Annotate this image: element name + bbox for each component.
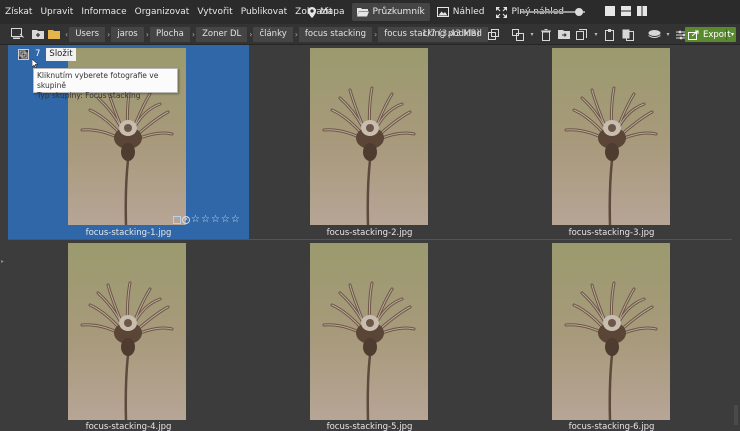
mouse-cursor-icon xyxy=(32,59,38,68)
group-badge: 7 Složit xyxy=(18,47,76,61)
export-button[interactable]: Export ▾ xyxy=(685,27,736,42)
group-type-button[interactable]: Složit xyxy=(46,47,76,61)
thumbnail-cell-4[interactable]: focus-stacking-4.jpg xyxy=(8,240,249,431)
layout-split-vertical-icon[interactable] xyxy=(636,5,648,17)
thumbnail-image[interactable] xyxy=(310,243,428,420)
mode-browser[interactable]: Průzkumník xyxy=(351,3,430,21)
menu-organizovat[interactable]: Organizovat xyxy=(135,7,194,17)
layout-single-icon[interactable] xyxy=(604,5,616,17)
scrollbar[interactable] xyxy=(734,405,738,425)
caret-down-icon[interactable]: ▾ xyxy=(665,28,671,42)
breadcrumb-jaros[interactable]: jaros xyxy=(111,27,144,42)
thumbnail-grid: focus-stacking-1.jpg focus-stacking-2.jp… xyxy=(8,45,732,431)
layers-icon[interactable] xyxy=(647,28,661,42)
slider-knob[interactable] xyxy=(574,8,583,16)
thumbnail-image[interactable] xyxy=(552,48,670,225)
layout-split-horizontal-icon[interactable] xyxy=(620,5,632,17)
selection-count: 1/7 (3.43 MB) xyxy=(422,29,480,39)
star-icon[interactable]: ☆ xyxy=(201,215,210,225)
mode-preview-label: Náhled xyxy=(452,7,485,17)
mode-browser-label: Průzkumník xyxy=(372,7,425,17)
group-count: 7 xyxy=(35,49,41,59)
copy-files-icon[interactable] xyxy=(621,28,635,42)
star-icon[interactable]: ☆ xyxy=(221,215,230,225)
thumbnail-caption: focus-stacking-6.jpg xyxy=(568,422,655,431)
star-icon[interactable]: ☆ xyxy=(211,215,220,225)
menu-publikovat[interactable]: Publikovat xyxy=(241,7,291,17)
breadcrumb-plocha[interactable]: Plocha xyxy=(149,27,190,42)
thumbnail-image[interactable] xyxy=(68,243,186,420)
copy-icon[interactable] xyxy=(487,28,501,42)
thumbnail-caption: focus-stacking-1.jpg xyxy=(85,228,172,238)
breadcrumb-focus-stacking[interactable]: focus stacking xyxy=(298,27,373,42)
import-icon[interactable] xyxy=(10,27,24,41)
chevron-right-icon: › xyxy=(107,30,111,39)
tooltip-line-1: Kliknutím vyberete fotografie ve skupině xyxy=(37,71,159,90)
thumbnail-size-slider[interactable] xyxy=(521,8,585,16)
group-tooltip: Kliknutím vyberete fotografie ve skupině… xyxy=(33,68,178,100)
menu-informace[interactable]: Informace xyxy=(81,7,130,17)
toolbar: ‹ Users › jaros › Plocha › Zoner DL › čl… xyxy=(0,24,740,45)
thumbnail-caption: focus-stacking-3.jpg xyxy=(568,228,655,238)
breadcrumb-users[interactable]: Users xyxy=(69,27,106,42)
chevron-right-icon: › xyxy=(374,30,378,39)
new-folder-icon[interactable] xyxy=(31,27,45,41)
duplicate-icon[interactable] xyxy=(575,28,589,42)
menu-vytvorit[interactable]: Vytvořit xyxy=(197,7,236,17)
image-icon xyxy=(436,7,449,17)
trash-icon[interactable] xyxy=(539,28,553,42)
chevron-right-icon: › xyxy=(249,30,253,39)
select-checkbox[interactable] xyxy=(173,216,181,224)
thumbnail-cell-6[interactable]: focus-stacking-6.jpg xyxy=(491,240,732,431)
thumbnail-image[interactable] xyxy=(552,243,670,420)
menu-bar: Získat Upravit Informace Organizovat Vyt… xyxy=(0,0,740,24)
thumbnail-caption: focus-stacking-4.jpg xyxy=(85,422,172,431)
star-icon[interactable]: ☆ xyxy=(191,215,200,225)
tooltip-line-2: Typ skupiny: Focus stacking xyxy=(37,91,141,100)
layout-switcher xyxy=(604,5,652,17)
mode-preview[interactable]: Náhled xyxy=(432,3,490,21)
thumbnail-image[interactable] xyxy=(310,48,428,225)
thumbnail-cell-2[interactable]: focus-stacking-2.jpg xyxy=(249,45,490,239)
thumbnail-cell-5[interactable]: focus-stacking-5.jpg xyxy=(249,240,490,431)
menu-ziskat[interactable]: Získat xyxy=(5,7,36,17)
paste-icon[interactable] xyxy=(603,28,617,42)
menu-upravit[interactable]: Upravit xyxy=(40,7,77,17)
breadcrumb-clanky[interactable]: články xyxy=(253,27,293,42)
group-icon[interactable] xyxy=(511,28,525,42)
group-stack-icon[interactable] xyxy=(18,48,29,60)
star-icon[interactable]: ☆ xyxy=(231,215,240,225)
caret-down-icon[interactable]: ▾ xyxy=(529,28,535,42)
main-menu: Získat Upravit Informace Organizovat Vyt… xyxy=(0,7,341,17)
chevron-right-icon: › xyxy=(294,30,298,39)
thumbnail-caption: focus-stacking-5.jpg xyxy=(326,422,413,431)
chevron-right-icon: › xyxy=(191,30,196,39)
folder-move-icon[interactable] xyxy=(557,28,571,42)
map-pin-icon xyxy=(308,6,316,18)
thumbnail-caption: focus-stacking-2.jpg xyxy=(326,228,413,238)
chevron-left-icon[interactable]: ‹ xyxy=(65,30,68,39)
fullscreen-icon xyxy=(496,6,508,18)
export-caret-icon[interactable]: ▾ xyxy=(731,27,734,42)
mode-map-label: Mapa xyxy=(320,7,345,17)
rating-row: ✕ ☆ ☆ ☆ ☆ ☆ xyxy=(173,215,241,225)
caret-down-icon[interactable]: ▾ xyxy=(593,28,599,42)
folder-open-icon xyxy=(356,8,369,17)
chevron-right-icon: › xyxy=(145,30,149,39)
mode-map[interactable]: Mapa xyxy=(303,3,350,21)
toolbar-actions: ▾ ▾ ▾ xyxy=(487,27,711,42)
reject-icon[interactable]: ✕ xyxy=(182,216,190,224)
breadcrumb-zoner-dl[interactable]: Zoner DL xyxy=(196,27,248,42)
export-icon xyxy=(688,30,699,40)
folder-icon[interactable] xyxy=(47,27,61,41)
panel-expand-icon[interactable]: ▸ xyxy=(1,258,5,266)
thumbnail-cell-3[interactable]: focus-stacking-3.jpg xyxy=(491,45,732,239)
